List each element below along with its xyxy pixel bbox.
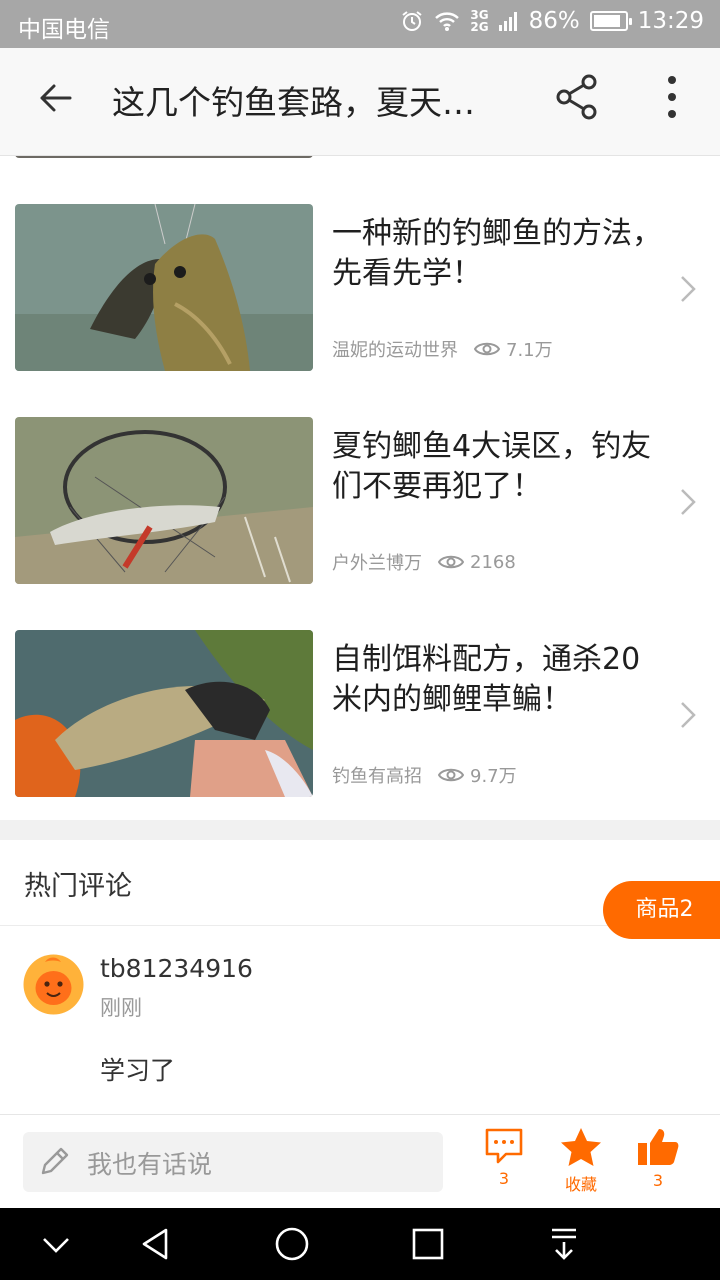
- notification-pull-down-icon[interactable]: [544, 1224, 584, 1264]
- article-title[interactable]: 夏钓鲫鱼4大误区，钓友们不要再犯了！: [332, 427, 662, 507]
- battery-icon: [589, 11, 632, 31]
- comment-item[interactable]: tb81234916 刚刚 学习了: [0, 946, 720, 1114]
- goods-tab-button[interactable]: 商品2: [603, 881, 720, 939]
- section-divider: [0, 820, 720, 840]
- recent-apps-icon[interactable]: [408, 1224, 448, 1264]
- network-type: 3G 2G: [470, 9, 488, 33]
- comment-input-placeholder: 我也有话说: [87, 1150, 213, 1179]
- article-views: 7.1万: [506, 340, 553, 361]
- signal-icon: [498, 12, 517, 31]
- comment-text: 学习了: [100, 1056, 176, 1085]
- chevron-right-icon: [681, 276, 696, 302]
- more-options-icon[interactable]: [652, 72, 692, 122]
- article-views: 9.7万: [470, 766, 517, 787]
- article-meta: 温妮的运动世界 7.1万: [332, 336, 553, 362]
- article-source: 户外兰博万: [332, 553, 422, 574]
- previous-item-thumbnail-edge: [15, 156, 313, 158]
- related-article-3[interactable]: 自制饵料配方，通杀20米内的鲫鲤草鳊！ 钓鱼有高招 9.7万: [0, 630, 720, 798]
- article-meta: 钓鱼有高招 9.7万: [332, 762, 517, 788]
- avatar[interactable]: [23, 954, 84, 1015]
- bottom-action-bar: 我也有话说 3 收藏 3: [0, 1114, 720, 1208]
- like-count: 3: [652, 1171, 664, 1190]
- chevron-right-icon: [681, 702, 696, 728]
- system-nav-bar: [0, 1208, 720, 1280]
- home-circle-icon[interactable]: [272, 1224, 312, 1264]
- favorite-button[interactable]: 收藏: [549, 1127, 613, 1195]
- share-icon[interactable]: [552, 72, 602, 122]
- comment-username[interactable]: tb81234916: [100, 954, 253, 983]
- battery-percent: 86%: [528, 8, 580, 34]
- comment-bubble-icon: [485, 1128, 523, 1164]
- chevron-right-icon: [681, 489, 696, 515]
- app-bar: 这几个钓鱼套路，夏天…: [0, 48, 720, 156]
- article-meta: 户外兰博万 2168: [332, 549, 516, 575]
- star-icon: [561, 1128, 601, 1166]
- status-bar: 中国电信 3G 2G 86% 13:29: [0, 0, 720, 48]
- article-thumbnail: [15, 417, 313, 584]
- eye-icon: [438, 768, 464, 782]
- like-button[interactable]: 3: [626, 1127, 690, 1190]
- related-article-2[interactable]: 夏钓鲫鱼4大误区，钓友们不要再犯了！ 户外兰博万 2168: [0, 417, 720, 585]
- comments-button[interactable]: 3: [472, 1127, 536, 1188]
- carrier-name: 中国电信: [18, 17, 110, 43]
- article-thumbnail: [15, 630, 313, 797]
- article-source: 钓鱼有高招: [332, 766, 422, 787]
- eye-icon: [474, 342, 500, 356]
- favorite-label: 收藏: [564, 1175, 597, 1194]
- eye-icon: [438, 555, 464, 569]
- hot-comments-title: 热门评论: [24, 871, 132, 902]
- back-triangle-icon[interactable]: [136, 1224, 176, 1264]
- wifi-icon: [435, 12, 460, 31]
- article-views: 2168: [470, 551, 516, 573]
- article-content[interactable]: 一种新的钓鲫鱼的方法，先看先学！ 温妮的运动世界 7.1万 夏钓鲫鱼4大误区，钓…: [0, 156, 720, 1114]
- article-thumbnail: [15, 204, 313, 371]
- back-arrow-icon[interactable]: [32, 74, 80, 122]
- network-type-bottom: 2G: [470, 20, 489, 34]
- article-title[interactable]: 自制饵料配方，通杀20米内的鲫鲤草鳊！: [332, 640, 662, 720]
- pencil-icon: [41, 1147, 69, 1175]
- thumbs-up-icon: [638, 1129, 679, 1165]
- article-title[interactable]: 一种新的钓鲫鱼的方法，先看先学！: [332, 214, 662, 294]
- article-source: 温妮的运动世界: [332, 340, 458, 361]
- alarm-icon: [402, 11, 422, 31]
- comment-time: 刚刚: [100, 996, 142, 1020]
- status-icons: 3G 2G 86% 13:29: [400, 8, 704, 34]
- comment-input[interactable]: 我也有话说: [23, 1132, 443, 1192]
- comment-count: 3: [498, 1169, 510, 1188]
- chevron-down-icon[interactable]: [36, 1224, 76, 1264]
- battery-fill: [593, 15, 620, 27]
- clock: 13:29: [637, 8, 704, 34]
- related-article-1[interactable]: 一种新的钓鲫鱼的方法，先看先学！ 温妮的运动世界 7.1万: [0, 204, 720, 372]
- page-title: 这几个钓鱼套路，夏天…: [112, 83, 475, 122]
